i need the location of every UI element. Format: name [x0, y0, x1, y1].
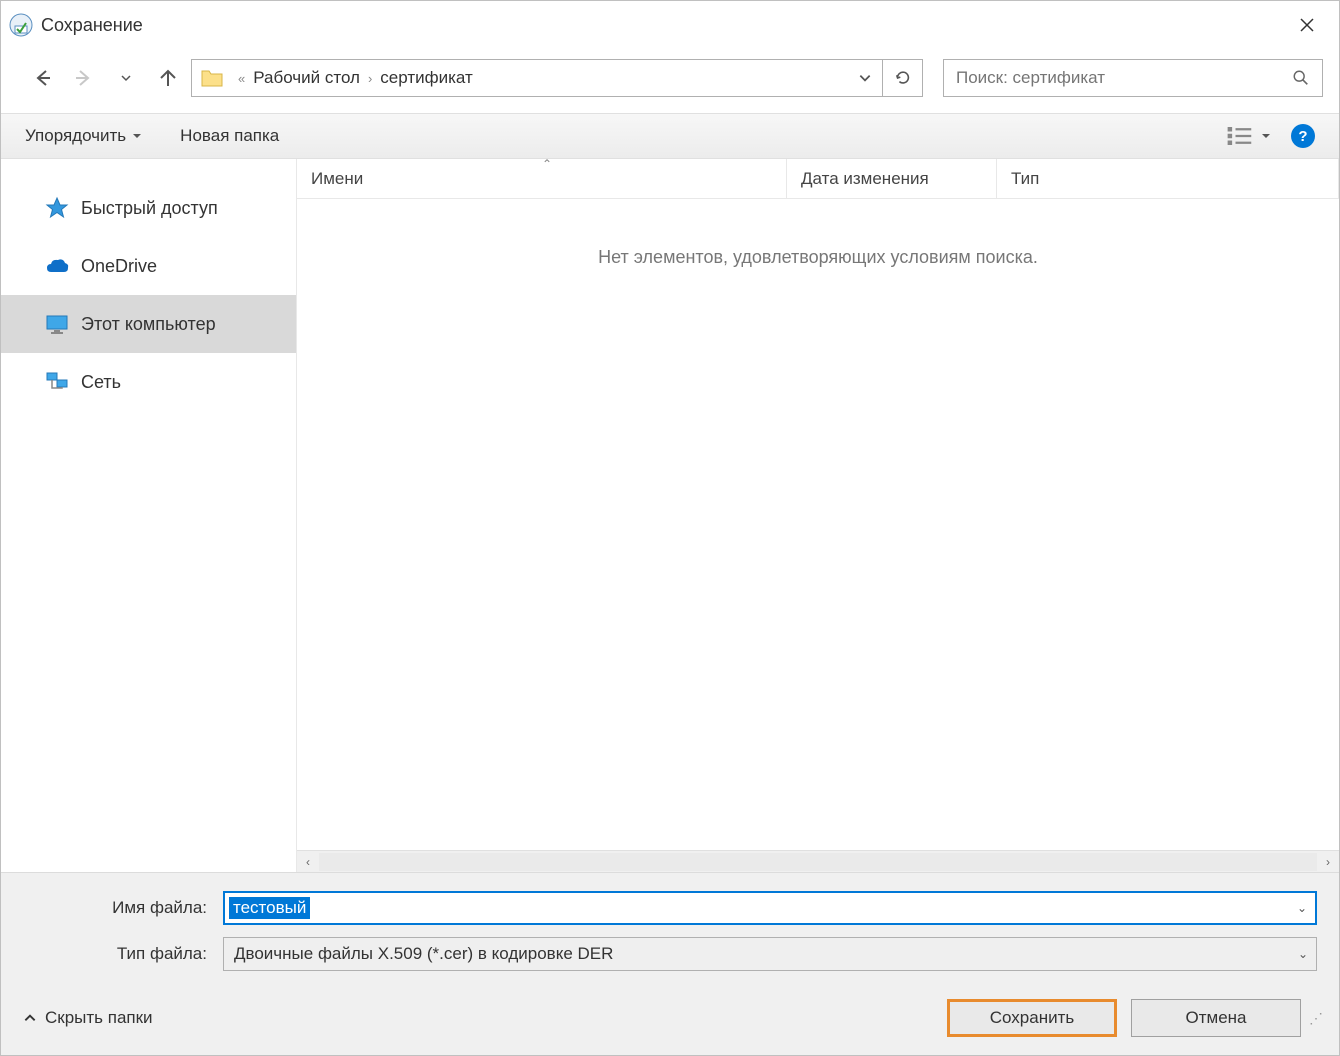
breadcrumb-sep-icon: «: [238, 71, 245, 86]
chevron-right-icon: ›: [368, 71, 372, 86]
grid-header: ⌃ Имени Дата изменения Тип: [297, 159, 1339, 199]
breadcrumb-current[interactable]: сертификат: [380, 68, 472, 88]
filename-dropdown-icon[interactable]: ⌄: [1297, 901, 1307, 915]
column-type[interactable]: Тип: [997, 159, 1339, 198]
organize-label: Упорядочить: [25, 126, 126, 146]
sidebar-item-quick-access[interactable]: Быстрый доступ: [1, 179, 296, 237]
sidebar-item-this-pc[interactable]: Этот компьютер: [1, 295, 296, 353]
sidebar: Быстрый доступ OneDrive Этот компьютер С…: [1, 159, 297, 872]
view-icon: [1227, 127, 1253, 145]
save-dialog: Сохранение « Рабочий стол: [0, 0, 1340, 1056]
up-button[interactable]: [155, 65, 181, 91]
network-label: Сеть: [81, 372, 121, 393]
filename-input[interactable]: тестовый ⌄: [223, 891, 1317, 925]
file-list-area: ⌃ Имени Дата изменения Тип Нет элементов…: [297, 159, 1339, 872]
content-area: Быстрый доступ OneDrive Этот компьютер С…: [1, 159, 1339, 872]
file-grid-body: Нет элементов, удовлетворяющих условиям …: [297, 199, 1339, 850]
breadcrumb[interactable]: « Рабочий стол › сертификат: [191, 59, 923, 97]
horizontal-scrollbar[interactable]: ‹ ›: [297, 850, 1339, 872]
hide-folders-label: Скрыть папки: [45, 1008, 153, 1028]
this-pc-label: Этот компьютер: [81, 314, 216, 335]
resize-grip-icon[interactable]: ⋰: [1301, 1010, 1317, 1027]
app-icon: [9, 13, 33, 37]
help-button[interactable]: ?: [1291, 124, 1315, 148]
network-icon: [45, 370, 69, 394]
back-button[interactable]: [29, 65, 55, 91]
column-date[interactable]: Дата изменения: [787, 159, 997, 198]
save-button[interactable]: Сохранить: [947, 999, 1117, 1037]
cancel-button[interactable]: Отмена: [1131, 999, 1301, 1037]
breadcrumb-parent[interactable]: Рабочий стол: [253, 68, 360, 88]
filetype-select[interactable]: Двоичные файлы X.509 (*.cer) в кодировке…: [223, 937, 1317, 971]
search-input[interactable]: [956, 68, 1292, 88]
quick-access-label: Быстрый доступ: [81, 198, 218, 219]
filename-label: Имя файла:: [23, 898, 223, 918]
forward-button[interactable]: [71, 65, 97, 91]
new-folder-label: Новая папка: [180, 126, 279, 146]
star-icon: [45, 196, 69, 220]
sidebar-item-onedrive[interactable]: OneDrive: [1, 237, 296, 295]
new-folder-button[interactable]: Новая папка: [180, 126, 279, 146]
recent-dropdown[interactable]: [113, 65, 139, 91]
scroll-track[interactable]: [319, 853, 1317, 871]
filetype-value: Двоичные файлы X.509 (*.cer) в кодировке…: [234, 944, 613, 964]
scroll-left-icon[interactable]: ‹: [297, 851, 319, 873]
hide-folders-toggle[interactable]: Скрыть папки: [23, 1008, 153, 1028]
search-box[interactable]: [943, 59, 1323, 97]
refresh-button[interactable]: [882, 60, 922, 96]
chevron-up-icon: [23, 1011, 37, 1025]
scroll-right-icon[interactable]: ›: [1317, 851, 1339, 873]
search-icon: [1292, 69, 1310, 87]
breadcrumb-dropdown[interactable]: [848, 71, 882, 85]
sort-indicator-icon: ⌃: [542, 159, 552, 171]
view-options[interactable]: [1227, 127, 1271, 145]
organize-menu[interactable]: Упорядочить: [25, 126, 142, 146]
folder-icon: [200, 66, 224, 90]
empty-message: Нет элементов, удовлетворяющих условиям …: [598, 247, 1038, 268]
onedrive-label: OneDrive: [81, 256, 157, 277]
bottom-panel: Имя файла: тестовый ⌄ Тип файла: Двоичны…: [1, 872, 1339, 1055]
filename-value: тестовый: [229, 897, 310, 919]
window-title: Сохранение: [41, 15, 1283, 36]
monitor-icon: [45, 312, 69, 336]
cloud-icon: [45, 254, 69, 278]
navbar: « Рабочий стол › сертификат: [1, 49, 1339, 113]
close-button[interactable]: [1283, 1, 1331, 49]
titlebar: Сохранение: [1, 1, 1339, 49]
toolbar: Упорядочить Новая папка ?: [1, 113, 1339, 159]
sidebar-item-network[interactable]: Сеть: [1, 353, 296, 411]
filetype-dropdown-icon[interactable]: ⌄: [1298, 947, 1308, 961]
filetype-label: Тип файла:: [23, 944, 223, 964]
